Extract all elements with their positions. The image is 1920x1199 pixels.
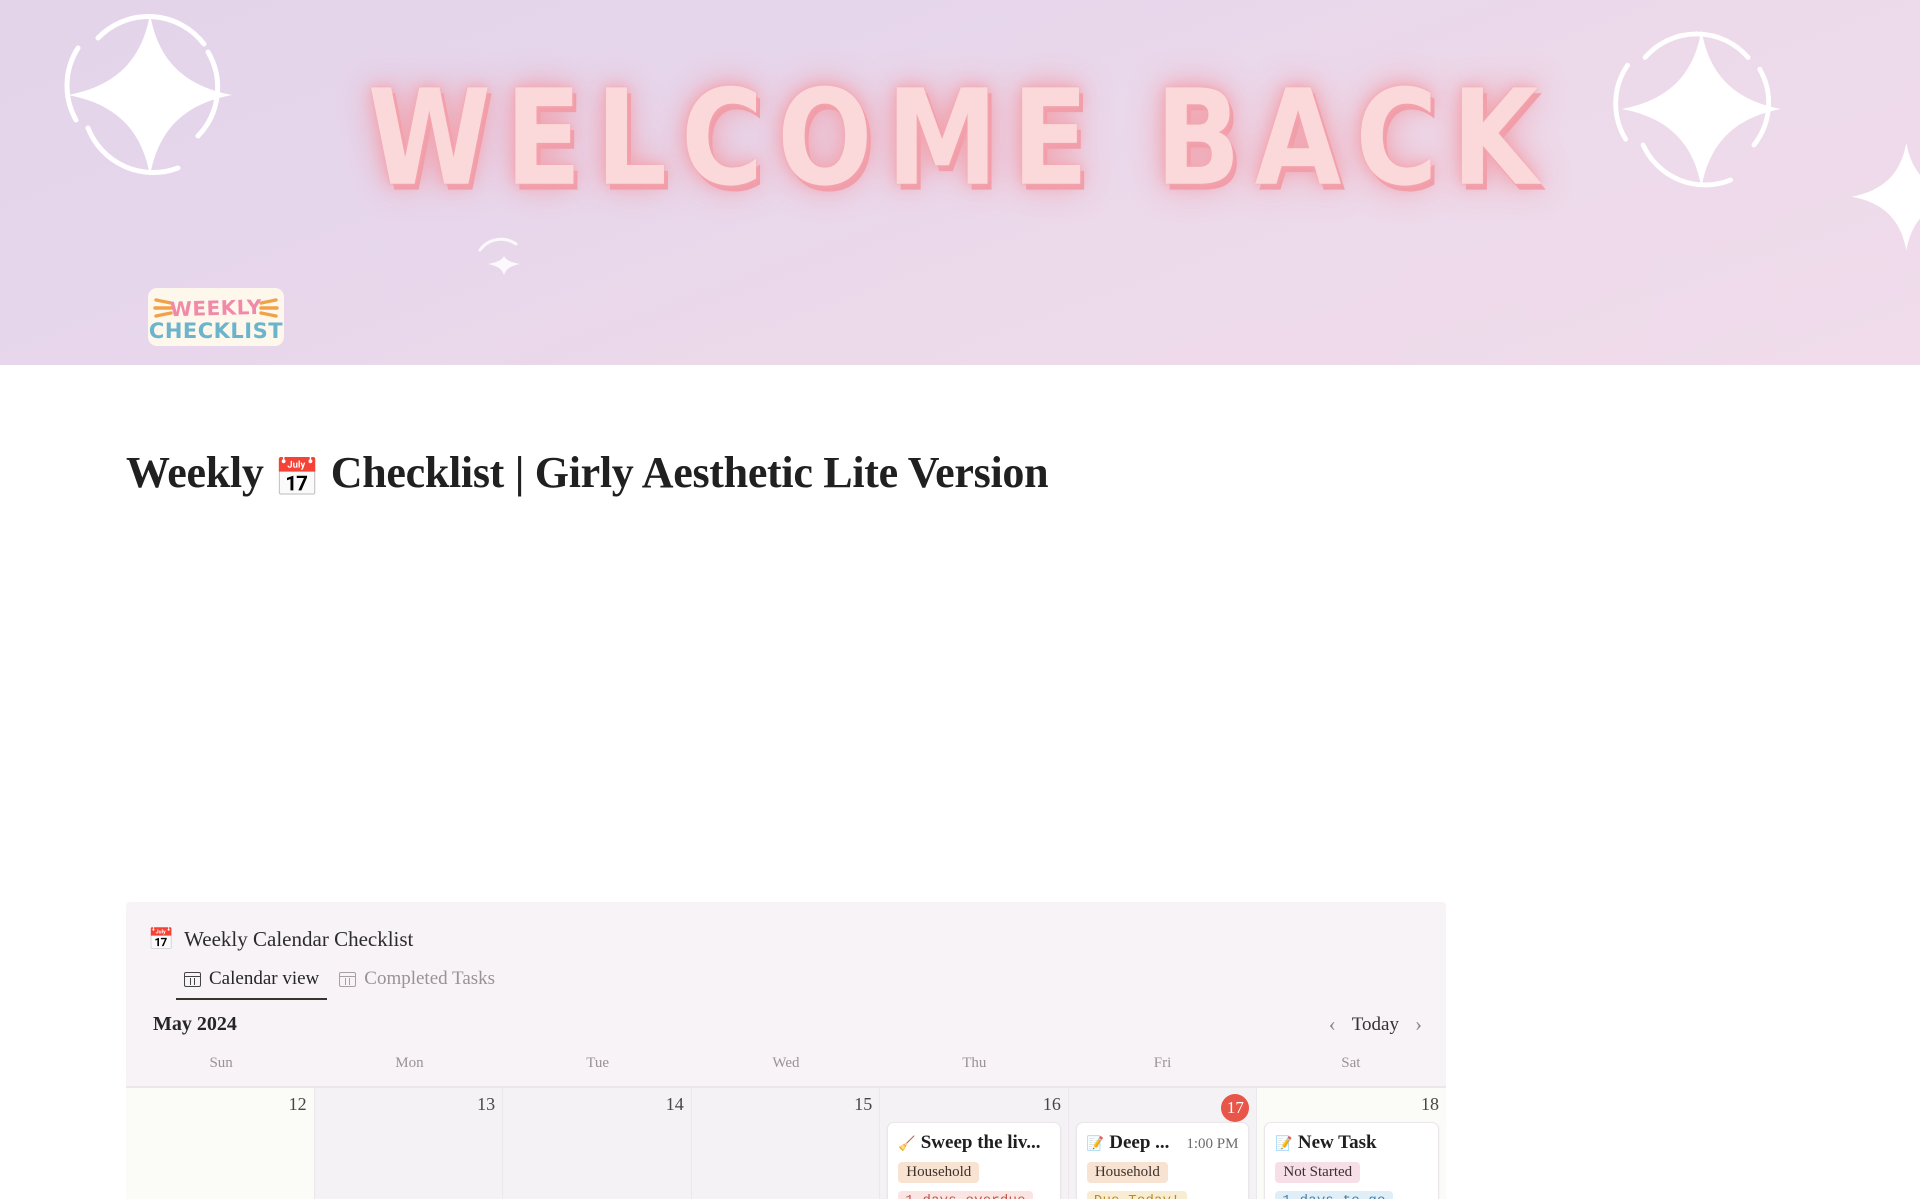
event-emoji-icon: 📝 <box>1275 1137 1293 1152</box>
page-title: Weekly 📅 Checklist | Girly Aesthetic Lit… <box>126 447 1049 500</box>
calendar-month-label: May 2024 <box>153 1013 237 1035</box>
event-status-badge: 1 days overdue <box>898 1191 1033 1199</box>
tab-calendar-view[interactable]: Calendar view <box>176 964 328 1000</box>
event-tag-badge: Household <box>898 1162 980 1183</box>
svg-text:WEEKLY: WEEKLY <box>170 295 263 321</box>
event-emoji-icon: 📝 <box>1086 1137 1105 1152</box>
weekday-sat: Sat <box>1341 1055 1361 1071</box>
database-title[interactable]: Weekly Calendar Checklist <box>184 927 413 952</box>
event-title-row: 🧹 Sweep the liv... <box>898 1132 1050 1154</box>
svg-text:CHECKLIST: CHECKLIST <box>149 319 283 343</box>
calendar-day-cell-12[interactable]: 12 <box>126 1088 315 1199</box>
event-title: New Task <box>1297 1132 1377 1153</box>
event-card[interactable]: 🧹 Sweep the liv... Household 1 days overdue… <box>887 1122 1061 1199</box>
event-title-row: 📝 Deep ... 1:00 PM <box>1087 1132 1239 1154</box>
calendar-navigation: ‹ Today › <box>1325 1012 1426 1037</box>
sparkle-decoration-4 <box>470 228 540 298</box>
event-card[interactable]: 📝New TaskNot Started1 days to goAccompli… <box>1264 1122 1439 1199</box>
calendar-toolbar: May 2024 ‹ Today › <box>126 1002 1446 1049</box>
weekly-checklist-logo: WEEKLY CHECKLIST <box>140 282 292 354</box>
database-calendar-icon: 📅 <box>148 926 175 951</box>
weekday-wed: Wed <box>772 1055 800 1071</box>
calendar-emoji-icon: 📅 <box>274 458 321 499</box>
today-button[interactable]: Today <box>1352 1014 1399 1036</box>
calendar-day-cell-17[interactable]: 17📝Deep ...1:00 PMHouseholdDue Today!Acc… <box>1068 1088 1258 1199</box>
event-tag-badge: Household <box>1086 1162 1168 1183</box>
event-status-badge: 1 days to go <box>1275 1191 1393 1199</box>
weekday-thu: Thu <box>962 1055 987 1071</box>
calendar-day-cell-13[interactable]: 13 <box>314 1088 504 1199</box>
table-view-icon <box>339 971 357 987</box>
event-emoji-icon: 🧹 <box>898 1137 916 1152</box>
calendar-day-cell-15[interactable]: 15 <box>691 1088 881 1199</box>
weekday-sun: Sun <box>209 1055 233 1071</box>
tab-completed-tasks-label: Completed Tasks <box>364 968 496 989</box>
event-title-row: 📝 New Task <box>1275 1132 1428 1154</box>
event-tag-badge: Not Started <box>1275 1162 1361 1183</box>
day-number-12: 12 <box>288 1094 307 1114</box>
calendar-weekday-header: Sun Mon Tue Wed Thu Fri Sat <box>126 1049 1446 1087</box>
banner-headline: WELCOME BACK <box>367 62 1553 216</box>
calendar-view-icon <box>184 971 201 987</box>
day-number-15: 15 <box>854 1094 873 1114</box>
tab-calendar-view-label: Calendar view <box>209 968 320 989</box>
page-title-prefix: Weekly <box>126 448 275 497</box>
page-cover-banner: WELCOME BACK WEEKLY CHECKLIST <box>0 0 1920 365</box>
next-month-icon[interactable]: › <box>1411 1012 1426 1037</box>
database-view-tabs: Calendar view Completed Tasks <box>126 962 1446 1002</box>
event-title: Sweep the liv... <box>920 1132 1041 1153</box>
event-time: 1:00 PM <box>1186 1136 1239 1152</box>
event-card[interactable]: 📝Deep ...1:00 PMHouseholdDue Today!Accom… <box>1075 1122 1250 1199</box>
day-number-14: 14 <box>665 1094 684 1114</box>
calendar-day-cell-18[interactable]: 18📝New TaskNot Started1 days to goAccomp… <box>1257 1088 1446 1199</box>
event-status-badge: Due Today! <box>1086 1191 1187 1199</box>
previous-month-icon[interactable]: ‹ <box>1325 1012 1340 1037</box>
weekday-tue: Tue <box>586 1055 610 1071</box>
database-block: 📅 Weekly Calendar Checklist Calendar vie… <box>126 902 1446 1199</box>
database-header: 📅 Weekly Calendar Checklist <box>126 902 1446 954</box>
page-content: Weekly 📅 Checklist | Girly Aesthetic Lit… <box>0 365 1920 1199</box>
calendar-day-cell-16[interactable]: 16 🧹 Sweep the liv... Household 1 days overd… <box>880 1088 1069 1199</box>
calendar-day-cell-14[interactable]: 14 <box>503 1088 692 1199</box>
weekday-fri: Fri <box>1153 1055 1172 1071</box>
day-number-17: 17 <box>1076 1094 1250 1122</box>
today-highlight-pill: 17 <box>1221 1094 1250 1122</box>
weekday-mon: Mon <box>395 1055 424 1071</box>
page-title-suffix: Checklist | Girly Aesthetic Lite Version <box>320 448 1049 497</box>
calendar-grid: 12 13 14 15 16 🧹 Sweep the liv... Household 1 da… <box>126 1087 1446 1199</box>
day-number-16: 16 <box>1042 1094 1061 1114</box>
event-title: Deep ... <box>1109 1132 1170 1153</box>
day-number-18: 18 <box>1420 1094 1439 1114</box>
tab-completed-tasks[interactable]: Completed Tasks <box>331 964 503 1000</box>
day-number-13: 13 <box>477 1094 496 1114</box>
